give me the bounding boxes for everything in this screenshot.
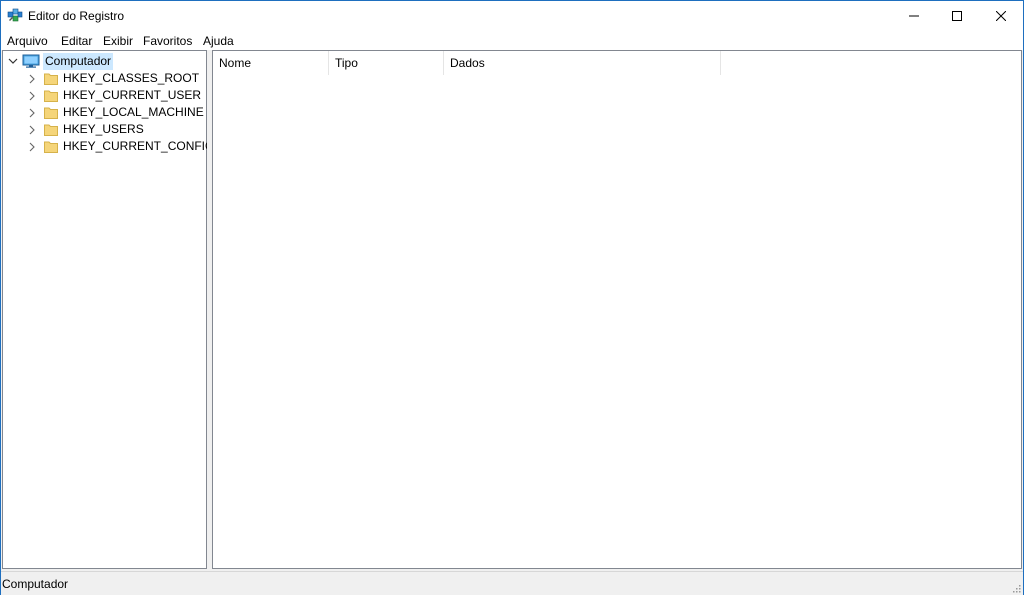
column-header-dados[interactable]: Dados bbox=[444, 51, 721, 75]
folder-icon bbox=[44, 124, 58, 136]
resize-grip-icon[interactable] bbox=[1011, 583, 1021, 593]
column-header-tipo[interactable]: Tipo bbox=[329, 51, 444, 75]
tree-item-hkey-current-config[interactable]: HKEY_CURRENT_CONFIG bbox=[7, 138, 214, 155]
tree-item-hkey-local-machine[interactable]: HKEY_LOCAL_MACHINE bbox=[7, 104, 204, 121]
close-icon bbox=[996, 11, 1006, 21]
regedit-icon bbox=[7, 8, 23, 22]
registry-editor-window: Editor do Registro Arquivo Editar Exibir… bbox=[0, 0, 1024, 595]
values-list-pane[interactable]: Nome Tipo Dados bbox=[212, 50, 1022, 569]
computer-icon bbox=[22, 54, 40, 68]
chevron-right-icon[interactable] bbox=[26, 87, 38, 104]
status-bar: Computador bbox=[1, 571, 1023, 595]
menu-exibir[interactable]: Exibir bbox=[102, 33, 134, 49]
window-title: Editor do Registro bbox=[28, 9, 125, 23]
menu-bar: Arquivo Editar Exibir Favoritos Ajuda bbox=[1, 31, 1023, 50]
title-bar[interactable]: Editor do Registro bbox=[1, 1, 1023, 31]
tree-pane[interactable]: Computador HKEY_CLASSES_ROOT HKEY_CURREN… bbox=[2, 50, 214, 569]
chevron-right-icon[interactable] bbox=[26, 70, 38, 87]
minimize-icon bbox=[909, 15, 919, 17]
maximize-button[interactable] bbox=[934, 1, 980, 31]
tree-item-label: HKEY_CLASSES_ROOT bbox=[63, 71, 200, 85]
close-button[interactable] bbox=[978, 1, 1024, 31]
tree-item-label: HKEY_CURRENT_USER bbox=[63, 88, 202, 102]
menu-arquivo[interactable]: Arquivo bbox=[6, 33, 49, 49]
tree-item-label: Computador bbox=[43, 53, 114, 70]
status-path: Computador bbox=[2, 577, 69, 591]
tree-item-label: HKEY_USERS bbox=[63, 122, 144, 136]
tree-item-hkey-current-user[interactable]: HKEY_CURRENT_USER bbox=[7, 87, 202, 104]
folder-icon bbox=[44, 73, 58, 85]
chevron-right-icon[interactable] bbox=[26, 121, 38, 138]
tree-item-label: HKEY_LOCAL_MACHINE bbox=[63, 105, 204, 119]
tree-item-hkey-classes-root[interactable]: HKEY_CLASSES_ROOT bbox=[7, 70, 202, 87]
menu-editar[interactable]: Editar bbox=[60, 33, 93, 49]
folder-icon bbox=[44, 90, 58, 102]
folder-icon bbox=[44, 107, 58, 119]
chevron-right-icon[interactable] bbox=[26, 104, 38, 121]
chevron-down-icon[interactable] bbox=[7, 53, 19, 70]
chevron-right-icon[interactable] bbox=[26, 138, 38, 155]
tree-item-hkey-users[interactable]: HKEY_USERS bbox=[7, 121, 202, 138]
minimize-button[interactable] bbox=[891, 1, 937, 31]
tree-item-label: HKEY_CURRENT_CONFIG bbox=[63, 139, 215, 153]
column-header-nome[interactable]: Nome bbox=[213, 51, 329, 75]
menu-favoritos[interactable]: Favoritos bbox=[142, 33, 193, 49]
folder-icon bbox=[44, 141, 58, 153]
menu-ajuda[interactable]: Ajuda bbox=[202, 33, 235, 49]
maximize-icon bbox=[952, 11, 962, 21]
tree-item-computador[interactable]: Computador bbox=[7, 53, 202, 70]
